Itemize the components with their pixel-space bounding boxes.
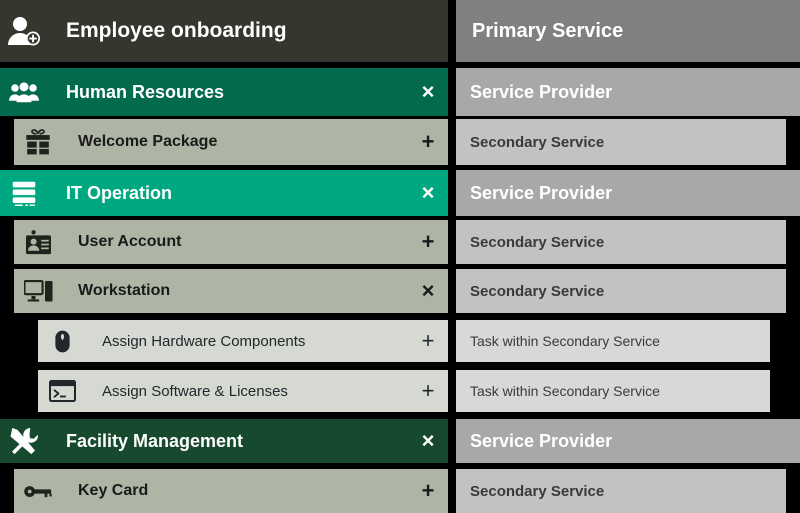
legend-row-label: Task within Secondary Service: [470, 383, 660, 399]
onboarding-service-tree: Employee onboarding Primary Service Huma…: [0, 0, 800, 513]
gift-icon: [14, 119, 62, 165]
service-row-label: Human Resources: [66, 81, 225, 102]
service-row-label: User Account: [78, 233, 182, 250]
legend-row-label: Secondary Service: [470, 133, 605, 151]
legend-row-label: Service Provider: [470, 430, 613, 451]
server-rack-icon: [0, 170, 48, 216]
plus-icon[interactable]: +: [408, 380, 448, 402]
service-row-user-account[interactable]: User Account +: [14, 220, 448, 264]
close-icon[interactable]: ×: [408, 280, 448, 302]
service-row-label: Assign Hardware Components: [102, 332, 306, 350]
service-row-label: Facility Management: [66, 430, 244, 451]
group-users-icon: [0, 68, 48, 116]
service-row-assign-hardware-components[interactable]: Assign Hardware Components +: [38, 320, 448, 362]
plus-icon[interactable]: +: [408, 480, 448, 502]
legend-row-label: Service Provider: [470, 182, 613, 203]
legend-row-assign-hardware-components: Task within Secondary Service: [456, 320, 770, 362]
service-row-facility-management[interactable]: Facility Management ×: [0, 419, 448, 463]
legend-row-label: Secondary Service: [470, 233, 605, 251]
legend-row-label: Task within Secondary Service: [470, 333, 660, 349]
service-row-label: Workstation: [78, 282, 171, 299]
mouse-icon: [38, 320, 86, 362]
primary-service-header: Primary Service: [456, 0, 800, 62]
legend-row-user-account: Secondary Service: [456, 220, 786, 264]
legend-row-label: Service Provider: [470, 81, 613, 102]
legend-row-human-resources: Service Provider: [456, 68, 800, 116]
service-row-assign-software-licenses[interactable]: Assign Software & Licenses +: [38, 370, 448, 412]
legend-row-facility-management: Service Provider: [456, 419, 800, 463]
close-icon[interactable]: ×: [408, 81, 448, 103]
service-row-label: Welcome Package: [78, 133, 218, 150]
service-row-key-card[interactable]: Key Card +: [14, 469, 448, 513]
close-icon[interactable]: ×: [408, 430, 448, 452]
plus-icon[interactable]: +: [408, 330, 448, 352]
terminal-icon: [38, 370, 86, 412]
desktop-computer-icon: [14, 269, 62, 313]
legend-row-workstation: Secondary Service: [456, 269, 786, 313]
page-title: Employee onboarding: [66, 19, 287, 42]
plus-icon[interactable]: +: [408, 131, 448, 153]
user-add-icon: [0, 0, 48, 62]
legend-row-label: Secondary Service: [470, 282, 605, 300]
service-row-workstation[interactable]: Workstation ×: [14, 269, 448, 313]
page-title-bar: Employee onboarding: [0, 0, 448, 62]
service-row-label: IT Operation: [66, 182, 173, 203]
legend-row-label: Secondary Service: [470, 482, 605, 500]
id-card-icon: [14, 220, 62, 264]
legend-row-it-operation: Service Provider: [456, 170, 800, 216]
legend-row-key-card: Secondary Service: [456, 469, 786, 513]
plus-icon[interactable]: +: [408, 231, 448, 253]
service-row-it-operation[interactable]: IT Operation ×: [0, 170, 448, 216]
service-row-label: Assign Software & Licenses: [102, 382, 288, 400]
service-row-welcome-package[interactable]: Welcome Package +: [14, 119, 448, 165]
primary-service-label: Primary Service: [472, 19, 624, 42]
legend-row-welcome-package: Secondary Service: [456, 119, 786, 165]
close-icon[interactable]: ×: [408, 182, 448, 204]
legend-row-assign-software-licenses: Task within Secondary Service: [456, 370, 770, 412]
key-icon: [14, 469, 62, 513]
tools-icon: [0, 419, 48, 463]
service-row-label: Key Card: [78, 482, 149, 499]
service-row-human-resources[interactable]: Human Resources ×: [0, 68, 448, 116]
